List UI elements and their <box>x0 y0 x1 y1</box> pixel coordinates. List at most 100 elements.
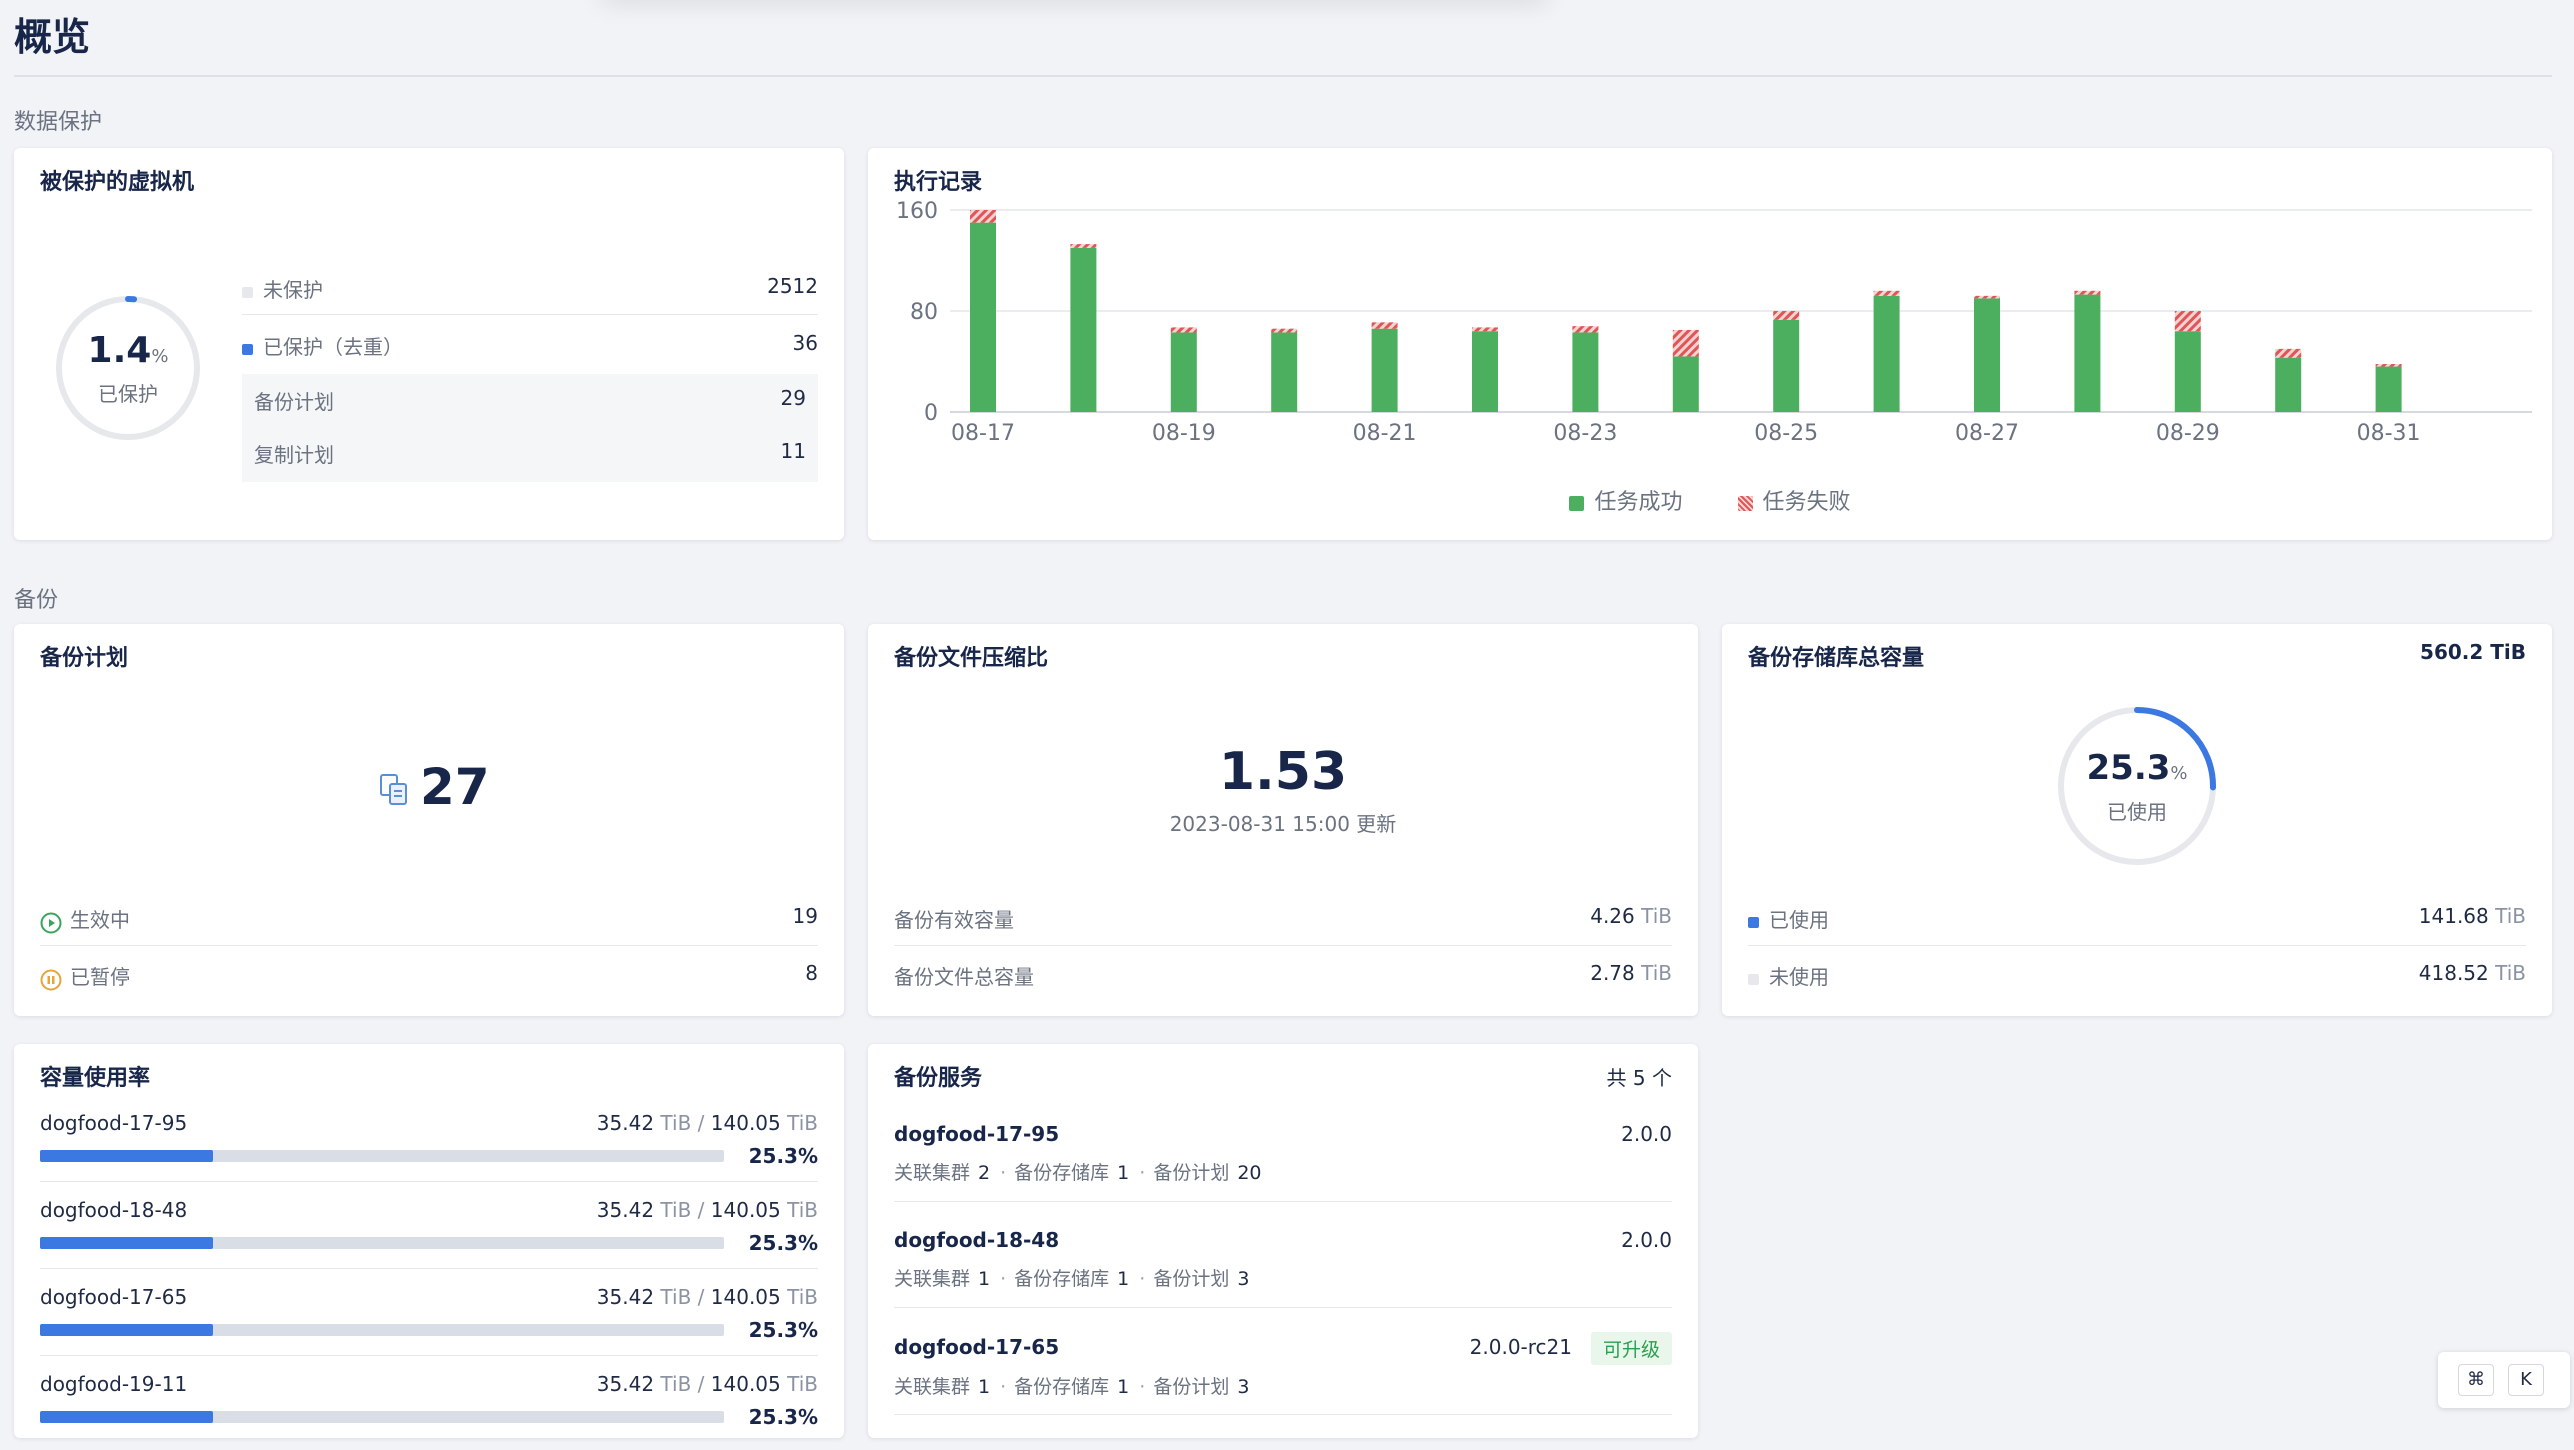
repo-row-used: 已使用 141.68 TiB <box>1748 904 2526 933</box>
unit: TiB <box>787 1111 818 1135</box>
bar-success <box>1472 331 1498 412</box>
bar-fail <box>1271 328 1298 333</box>
service-name[interactable]: dogfood-17-95 <box>894 1122 1059 1146</box>
bar-fail <box>2375 364 2402 367</box>
unit: TiB <box>787 1198 818 1222</box>
sep: / <box>697 1111 705 1135</box>
bar-success <box>1070 247 1097 412</box>
unit: TiB <box>787 1372 818 1396</box>
bar-fail <box>1371 322 1398 329</box>
meta-label: 备份计划 <box>1153 1268 1230 1290</box>
service-meta: 关联集群 1 · 备份存储库 1 · 备份计划 3 <box>894 1372 1259 1399</box>
compression-row-effective: 备份有效容量 4.26 TiB <box>894 904 1672 933</box>
sep: / <box>697 1285 705 1309</box>
x-tick-label: 08-19 <box>1152 421 1216 446</box>
capacity-item-nums: 35.42 TiB / 140.05 TiB <box>597 1198 818 1222</box>
bar-fail <box>1170 327 1197 333</box>
service-name[interactable]: dogfood-17-65 <box>894 1335 1059 1359</box>
capacity-pct: 25.3% <box>748 1144 818 1168</box>
y-tick-label: 0 <box>924 401 938 426</box>
row-label: 备份文件总容量 <box>894 965 1034 989</box>
used-value: 35.42 <box>596 1111 655 1135</box>
capacity-bar <box>40 1150 724 1162</box>
service-meta: 关联集群 2 · 备份存储库 1 · 备份计划 20 <box>894 1158 1272 1185</box>
percent-unit: % <box>2170 763 2188 784</box>
value-number: 4.26 <box>1590 904 1635 928</box>
card-title: 备份存储库总容量 <box>1748 646 1925 671</box>
legend-item-success[interactable]: 任务成功 <box>1569 490 1683 515</box>
bar-fail <box>1974 295 2000 299</box>
row-divider <box>1748 945 2526 946</box>
capacity-usage-card: 容量使用率 dogfood-17-95 35.42 TiB / 140.05 T… <box>14 1044 844 1438</box>
row-value: 2512 <box>767 274 818 298</box>
bar-success <box>1773 319 1800 412</box>
capacity-item-name: dogfood-17-95 <box>40 1111 188 1135</box>
bar-fail <box>970 210 996 223</box>
row-divider <box>40 1355 818 1356</box>
row-value: 36 <box>792 331 818 355</box>
capacity-item-nums: 35.42 TiB / 140.05 TiB <box>597 1285 818 1309</box>
y-tick-label: 160 <box>896 199 938 224</box>
row-divider <box>242 314 818 315</box>
x-tick-label: 08-23 <box>1553 421 1617 446</box>
percent-value: 1.4 <box>87 330 152 371</box>
row-label: 未保护 <box>263 278 323 302</box>
bar-fail <box>1873 290 1900 296</box>
service-version: 2.0.0 <box>1621 1228 1672 1252</box>
row-divider <box>894 1307 1672 1308</box>
bar-fail <box>2275 348 2302 358</box>
meta-separator: · <box>1000 1376 1007 1398</box>
legend-item-fail[interactable]: 任务失败 <box>1737 490 1851 515</box>
percent-unit: % <box>151 346 169 367</box>
meta-label: 关联集群 <box>894 1268 971 1290</box>
bar-success <box>1371 328 1398 412</box>
x-tick-label: 08-17 <box>951 421 1015 446</box>
compression-updated: 2023-08-31 15:00 更新 <box>1169 812 1397 836</box>
meta-value: 1 <box>1117 1268 1130 1290</box>
backup-plan-icon <box>380 774 407 805</box>
meta-separator: · <box>1139 1162 1146 1184</box>
command-palette-shortcut[interactable]: ⌘ K <box>2438 1352 2570 1408</box>
meta-label: 关联集群 <box>894 1162 971 1184</box>
row-label: 已使用 <box>1769 908 1829 932</box>
capacity-bar-fill <box>40 1237 214 1249</box>
capacity-item-nums: 35.42 TiB / 140.05 TiB <box>597 1372 818 1396</box>
repo-total: 560.2 TiB <box>2420 640 2526 664</box>
meta-value: 1 <box>1117 1162 1130 1184</box>
cmd-key: ⌘ <box>2458 1364 2494 1396</box>
bar-success <box>1572 332 1599 412</box>
legend-dot <box>242 344 253 355</box>
meta-value: 1 <box>978 1268 991 1290</box>
meta-separator: · <box>1139 1376 1146 1398</box>
plan-row-paused: 已暂停 8 <box>40 961 818 991</box>
capacity-item-name: dogfood-18-48 <box>40 1198 188 1222</box>
meta-label: 备份存储库 <box>1014 1376 1110 1398</box>
card-title: 备份文件压缩比 <box>894 646 1049 671</box>
chart-legend: 任务成功 任务失败 <box>868 484 2552 516</box>
x-tick-label: 08-27 <box>1955 421 2019 446</box>
row-divider <box>894 1414 1672 1415</box>
backup-services-card: 备份服务 共 5 个 dogfood-17-95 2.0.0 关联集群 2 · 备份存… <box>868 1044 1698 1438</box>
unit: TiB <box>787 1285 818 1309</box>
bar-fail <box>1773 311 1800 320</box>
backup-plan-card: 备份计划 27 生效中 19 已暂停 8 <box>14 624 844 1016</box>
meta-value: 3 <box>1237 1376 1250 1398</box>
service-name[interactable]: dogfood-18-48 <box>894 1228 1059 1252</box>
sub-row-value: 29 <box>780 386 806 410</box>
capacity-bar-fill <box>40 1150 214 1162</box>
bar-success <box>1271 332 1298 412</box>
meta-separator: · <box>1000 1162 1007 1184</box>
capacity-bar-fill <box>40 1324 214 1336</box>
play-circle-icon <box>40 912 62 933</box>
upgradable-badge[interactable]: 可升级 <box>1590 1332 1672 1365</box>
row-value: 141.68 TiB <box>2419 904 2526 928</box>
service-version: 2.0.0-rc21 <box>1469 1335 1572 1359</box>
capacity-item-nums: 35.42 TiB / 140.05 TiB <box>597 1111 818 1135</box>
title-divider <box>14 75 2552 77</box>
page-title: 概览 <box>14 15 91 59</box>
row-divider <box>40 1181 818 1182</box>
meta-value: 2 <box>978 1162 991 1184</box>
value-number: 141.68 <box>2418 904 2489 928</box>
x-tick-label: 08-21 <box>1353 421 1417 446</box>
compression-ratio: 1.53 <box>1218 742 1348 802</box>
